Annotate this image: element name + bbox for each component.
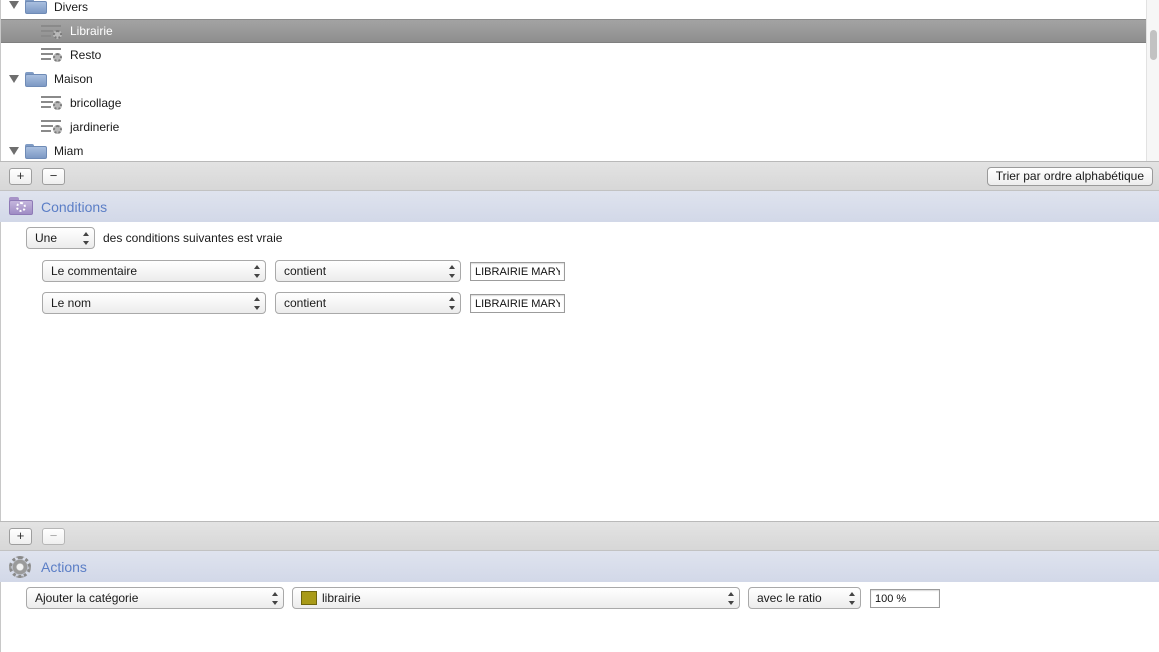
- popup-arrows-icon: [728, 592, 734, 605]
- tree-rule-bricollage[interactable]: bricollage: [1, 91, 1147, 115]
- ratio-mode-value: avec le ratio: [757, 591, 822, 605]
- popup-arrows-icon: [83, 232, 89, 245]
- actions-panel: Ajouter la catégorie librairie avec le r…: [0, 582, 1159, 652]
- disclosure-triangle-icon[interactable]: [9, 147, 19, 155]
- disclosure-triangle-icon[interactable]: [9, 1, 19, 9]
- tree-folder-label: Miam: [54, 144, 84, 158]
- popup-arrows-icon: [254, 265, 260, 278]
- folder-icon: [25, 144, 47, 159]
- popup-arrows-icon: [449, 265, 455, 278]
- tree-scrollbar[interactable]: [1146, 0, 1159, 162]
- condition-operator-value: contient: [284, 264, 327, 278]
- tree-toolbar: + − Trier par ordre alphabétique: [0, 161, 1159, 191]
- tree-folder-divers[interactable]: Divers: [1, 0, 1147, 19]
- condition-field-value: Le commentaire: [51, 264, 138, 278]
- tree-rule-jardinerie[interactable]: jardinerie: [1, 115, 1147, 139]
- tree-rule-label: Librairie: [70, 24, 113, 38]
- tree-rule-resto[interactable]: Resto: [1, 43, 1147, 67]
- tree-folder-label: Maison: [54, 72, 93, 86]
- popup-arrows-icon: [449, 297, 455, 310]
- tree-rule-label: jardinerie: [70, 120, 120, 134]
- rule-icon: [41, 118, 63, 134]
- condition-field-select[interactable]: Le nom: [42, 292, 266, 314]
- conditions-title: Conditions: [41, 199, 108, 215]
- remove-condition-button[interactable]: −: [42, 528, 65, 545]
- tree-rule-label: bricollage: [70, 96, 122, 110]
- category-value: librairie: [322, 591, 361, 605]
- condition-value-input[interactable]: [470, 262, 565, 281]
- add-condition-button[interactable]: +: [9, 528, 32, 545]
- tree-folder-label: Divers: [54, 0, 89, 14]
- condition-field-value: Le nom: [51, 296, 92, 310]
- folder-icon: [25, 72, 47, 87]
- category-select[interactable]: librairie: [292, 587, 740, 609]
- conditions-folder-icon: [9, 197, 33, 215]
- rule-icon: [41, 94, 63, 110]
- remove-rule-button[interactable]: −: [42, 168, 65, 185]
- popup-arrows-icon: [254, 297, 260, 310]
- popup-arrows-icon: [849, 592, 855, 605]
- popup-arrows-icon: [272, 592, 278, 605]
- match-type-value: Une: [35, 231, 58, 245]
- ratio-value-input[interactable]: [870, 589, 940, 608]
- condition-value-input[interactable]: [470, 294, 565, 313]
- conditions-header: Conditions: [0, 191, 1159, 223]
- rule-icon: [41, 46, 63, 62]
- condition-operator-select[interactable]: contient: [275, 260, 461, 282]
- tree-folder-miam[interactable]: Miam: [1, 139, 1147, 162]
- tree-folder-maison[interactable]: Maison: [1, 67, 1147, 91]
- condition-operator-value: contient: [284, 296, 327, 310]
- conditions-panel: Une des conditions suivantes est vraie L…: [0, 222, 1159, 521]
- action-type-select[interactable]: Ajouter la catégorie: [26, 587, 284, 609]
- tree-scrollbar-thumb[interactable]: [1150, 30, 1157, 60]
- actions-header: Actions: [0, 551, 1159, 583]
- add-rule-button[interactable]: +: [9, 168, 32, 185]
- condition-field-select[interactable]: Le commentaire: [42, 260, 266, 282]
- category-color-swatch: [301, 591, 317, 605]
- ratio-mode-select[interactable]: avec le ratio: [748, 587, 861, 609]
- folder-icon: [25, 0, 47, 14]
- rules-tree: Divers Librairie Resto Maison bricollage…: [0, 0, 1159, 162]
- rule-icon: [41, 23, 63, 39]
- sort-alphabetical-button[interactable]: Trier par ordre alphabétique: [986, 167, 1153, 186]
- conditions-toolbar: + −: [0, 521, 1159, 551]
- match-suffix-text: des conditions suivantes est vraie: [103, 231, 283, 245]
- actions-title: Actions: [41, 559, 87, 575]
- tree-rule-label: Resto: [70, 48, 102, 62]
- tree-rule-librairie[interactable]: Librairie: [1, 19, 1147, 43]
- disclosure-triangle-icon[interactable]: [9, 75, 19, 83]
- condition-operator-select[interactable]: contient: [275, 292, 461, 314]
- match-type-select[interactable]: Une: [26, 227, 95, 249]
- action-type-value: Ajouter la catégorie: [35, 591, 139, 605]
- gear-icon: [9, 556, 31, 578]
